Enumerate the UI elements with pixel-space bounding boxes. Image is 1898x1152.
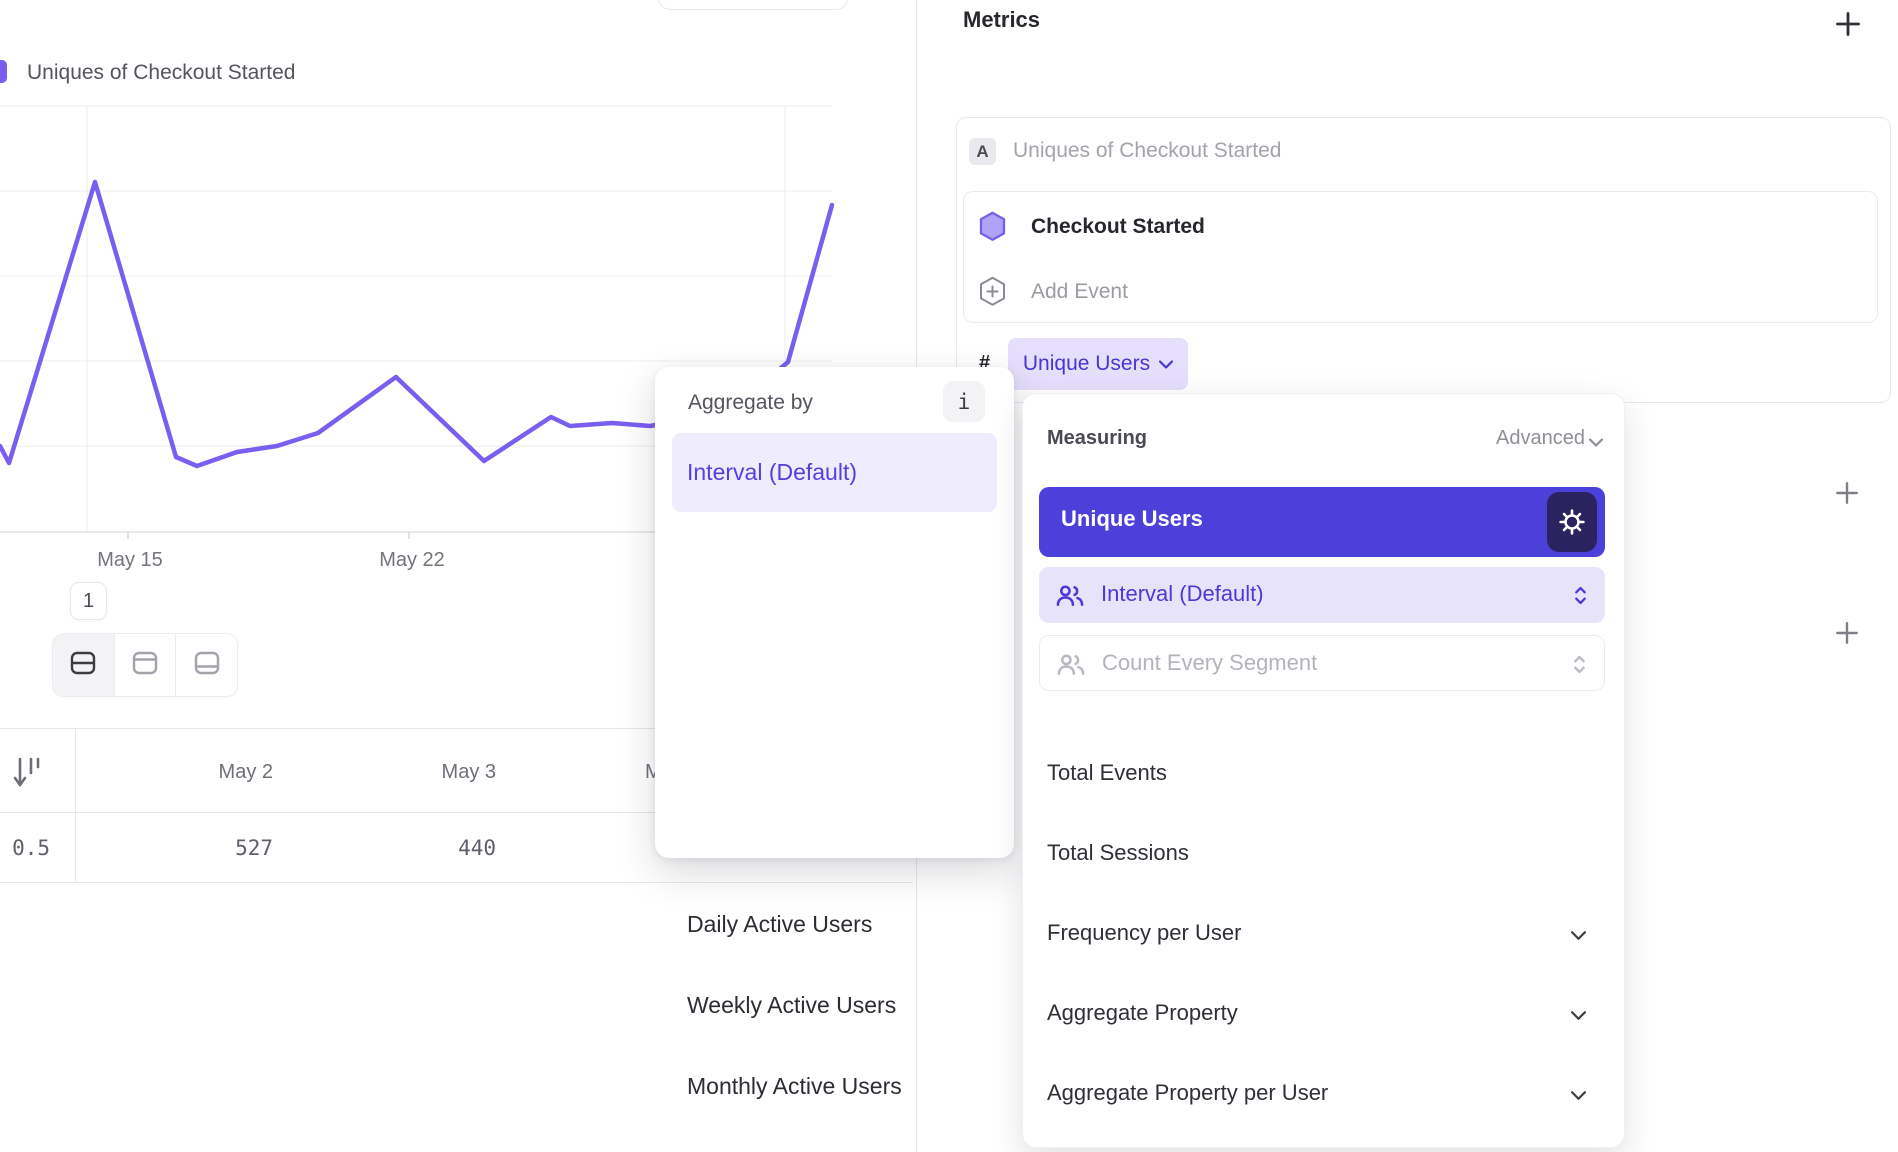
chevron-down-icon bbox=[1159, 360, 1173, 369]
event-hexagon-icon bbox=[979, 211, 1006, 247]
layout-top-icon bbox=[131, 649, 159, 682]
table-cell: 527 bbox=[75, 833, 273, 863]
insights-report: Uniques of Checkout Started May 15 May 2… bbox=[0, 0, 1898, 1152]
table-row-label: 0.5 bbox=[0, 833, 50, 863]
measuring-interval-selector[interactable]: Interval (Default) bbox=[1039, 567, 1605, 623]
measuring-option-aggregate-property-per-user[interactable]: Aggregate Property per User bbox=[1047, 1077, 1328, 1109]
metric-letter-badge: A bbox=[969, 138, 996, 165]
metric-title[interactable]: Uniques of Checkout Started bbox=[1013, 139, 1282, 163]
selected-option-label: Unique Users bbox=[1061, 506, 1203, 532]
metrics-section-title: Metrics bbox=[963, 7, 1040, 33]
layout-top-button[interactable] bbox=[115, 634, 177, 696]
segment-option-label: Count Every Segment bbox=[1102, 650, 1317, 676]
aggregate-by-title: Aggregate by bbox=[688, 391, 813, 415]
add-filter-plus-button[interactable] bbox=[1834, 480, 1860, 511]
add-metric-button[interactable] bbox=[1834, 10, 1862, 43]
measuring-option-total-sessions[interactable]: Total Sessions bbox=[1047, 837, 1189, 869]
info-icon[interactable]: i bbox=[943, 381, 985, 422]
table-header[interactable]: May 3 bbox=[298, 757, 496, 787]
add-event-button[interactable]: Add Event bbox=[1031, 280, 1128, 304]
chevron-down-icon[interactable] bbox=[1571, 1087, 1586, 1105]
interval-option-label: Interval (Default) bbox=[1101, 581, 1264, 607]
measuring-option-total-events[interactable]: Total Events bbox=[1047, 757, 1167, 789]
menu-item-daily-active-users[interactable]: Daily Active Users bbox=[687, 909, 872, 939]
measuring-segment-selector[interactable]: Count Every Segment bbox=[1039, 635, 1605, 691]
plus-icon bbox=[1834, 620, 1860, 646]
up-down-chevron-icon bbox=[1573, 655, 1586, 679]
menu-item-weekly-active-users[interactable]: Weekly Active Users bbox=[687, 990, 896, 1020]
add-event-icon bbox=[979, 276, 1006, 312]
counting-method-button[interactable]: Unique Users bbox=[1008, 338, 1188, 390]
aggregate-by-menu: Aggregate by i Interval (Default) Daily … bbox=[655, 367, 1014, 858]
users-icon bbox=[1055, 584, 1085, 612]
sort-descending-icon[interactable] bbox=[12, 755, 44, 796]
menu-item-monthly-active-users[interactable]: Monthly Active Users bbox=[687, 1071, 902, 1101]
counting-method-label: Unique Users bbox=[1023, 352, 1150, 376]
layout-split-button[interactable] bbox=[53, 634, 115, 696]
metric-card: A Uniques of Checkout Started Checkout S… bbox=[956, 117, 1891, 403]
advanced-toggle[interactable]: Advanced bbox=[1023, 427, 1585, 450]
table-header[interactable]: May 2 bbox=[75, 757, 273, 787]
layout-bottom-button[interactable] bbox=[176, 634, 237, 696]
layout-toggle-group bbox=[52, 633, 238, 697]
measuring-option-aggregate-property[interactable]: Aggregate Property bbox=[1047, 997, 1238, 1029]
chevron-down-icon[interactable] bbox=[1571, 927, 1586, 945]
gear-icon[interactable] bbox=[1547, 492, 1597, 552]
measuring-option-unique-users[interactable]: Unique Users bbox=[1039, 487, 1605, 557]
measuring-option-frequency-per-user[interactable]: Frequency per User bbox=[1047, 917, 1241, 949]
x-axis-label: May 15 bbox=[70, 549, 190, 572]
x-axis-label: May 22 bbox=[352, 549, 472, 572]
table-cell: 440 bbox=[298, 833, 496, 863]
chevron-down-icon[interactable] bbox=[1571, 1007, 1586, 1025]
layout-bottom-icon bbox=[193, 649, 221, 682]
plus-icon bbox=[1834, 480, 1860, 506]
plus-icon bbox=[1834, 10, 1862, 38]
event-name[interactable]: Checkout Started bbox=[1031, 215, 1205, 239]
table-border bbox=[0, 882, 913, 883]
users-icon bbox=[1056, 653, 1086, 681]
measuring-panel: Measuring Advanced Unique Users Interval… bbox=[1022, 393, 1625, 1148]
up-down-chevron-icon bbox=[1574, 586, 1587, 610]
menu-item-interval[interactable]: Interval (Default) bbox=[687, 457, 857, 487]
event-card: Checkout Started Add Event bbox=[963, 191, 1878, 323]
chevron-down-icon[interactable] bbox=[1589, 434, 1603, 452]
add-breakdown-plus-button[interactable] bbox=[1834, 620, 1860, 651]
layout-split-icon bbox=[69, 649, 97, 682]
page-number-badge[interactable]: 1 bbox=[70, 582, 107, 620]
